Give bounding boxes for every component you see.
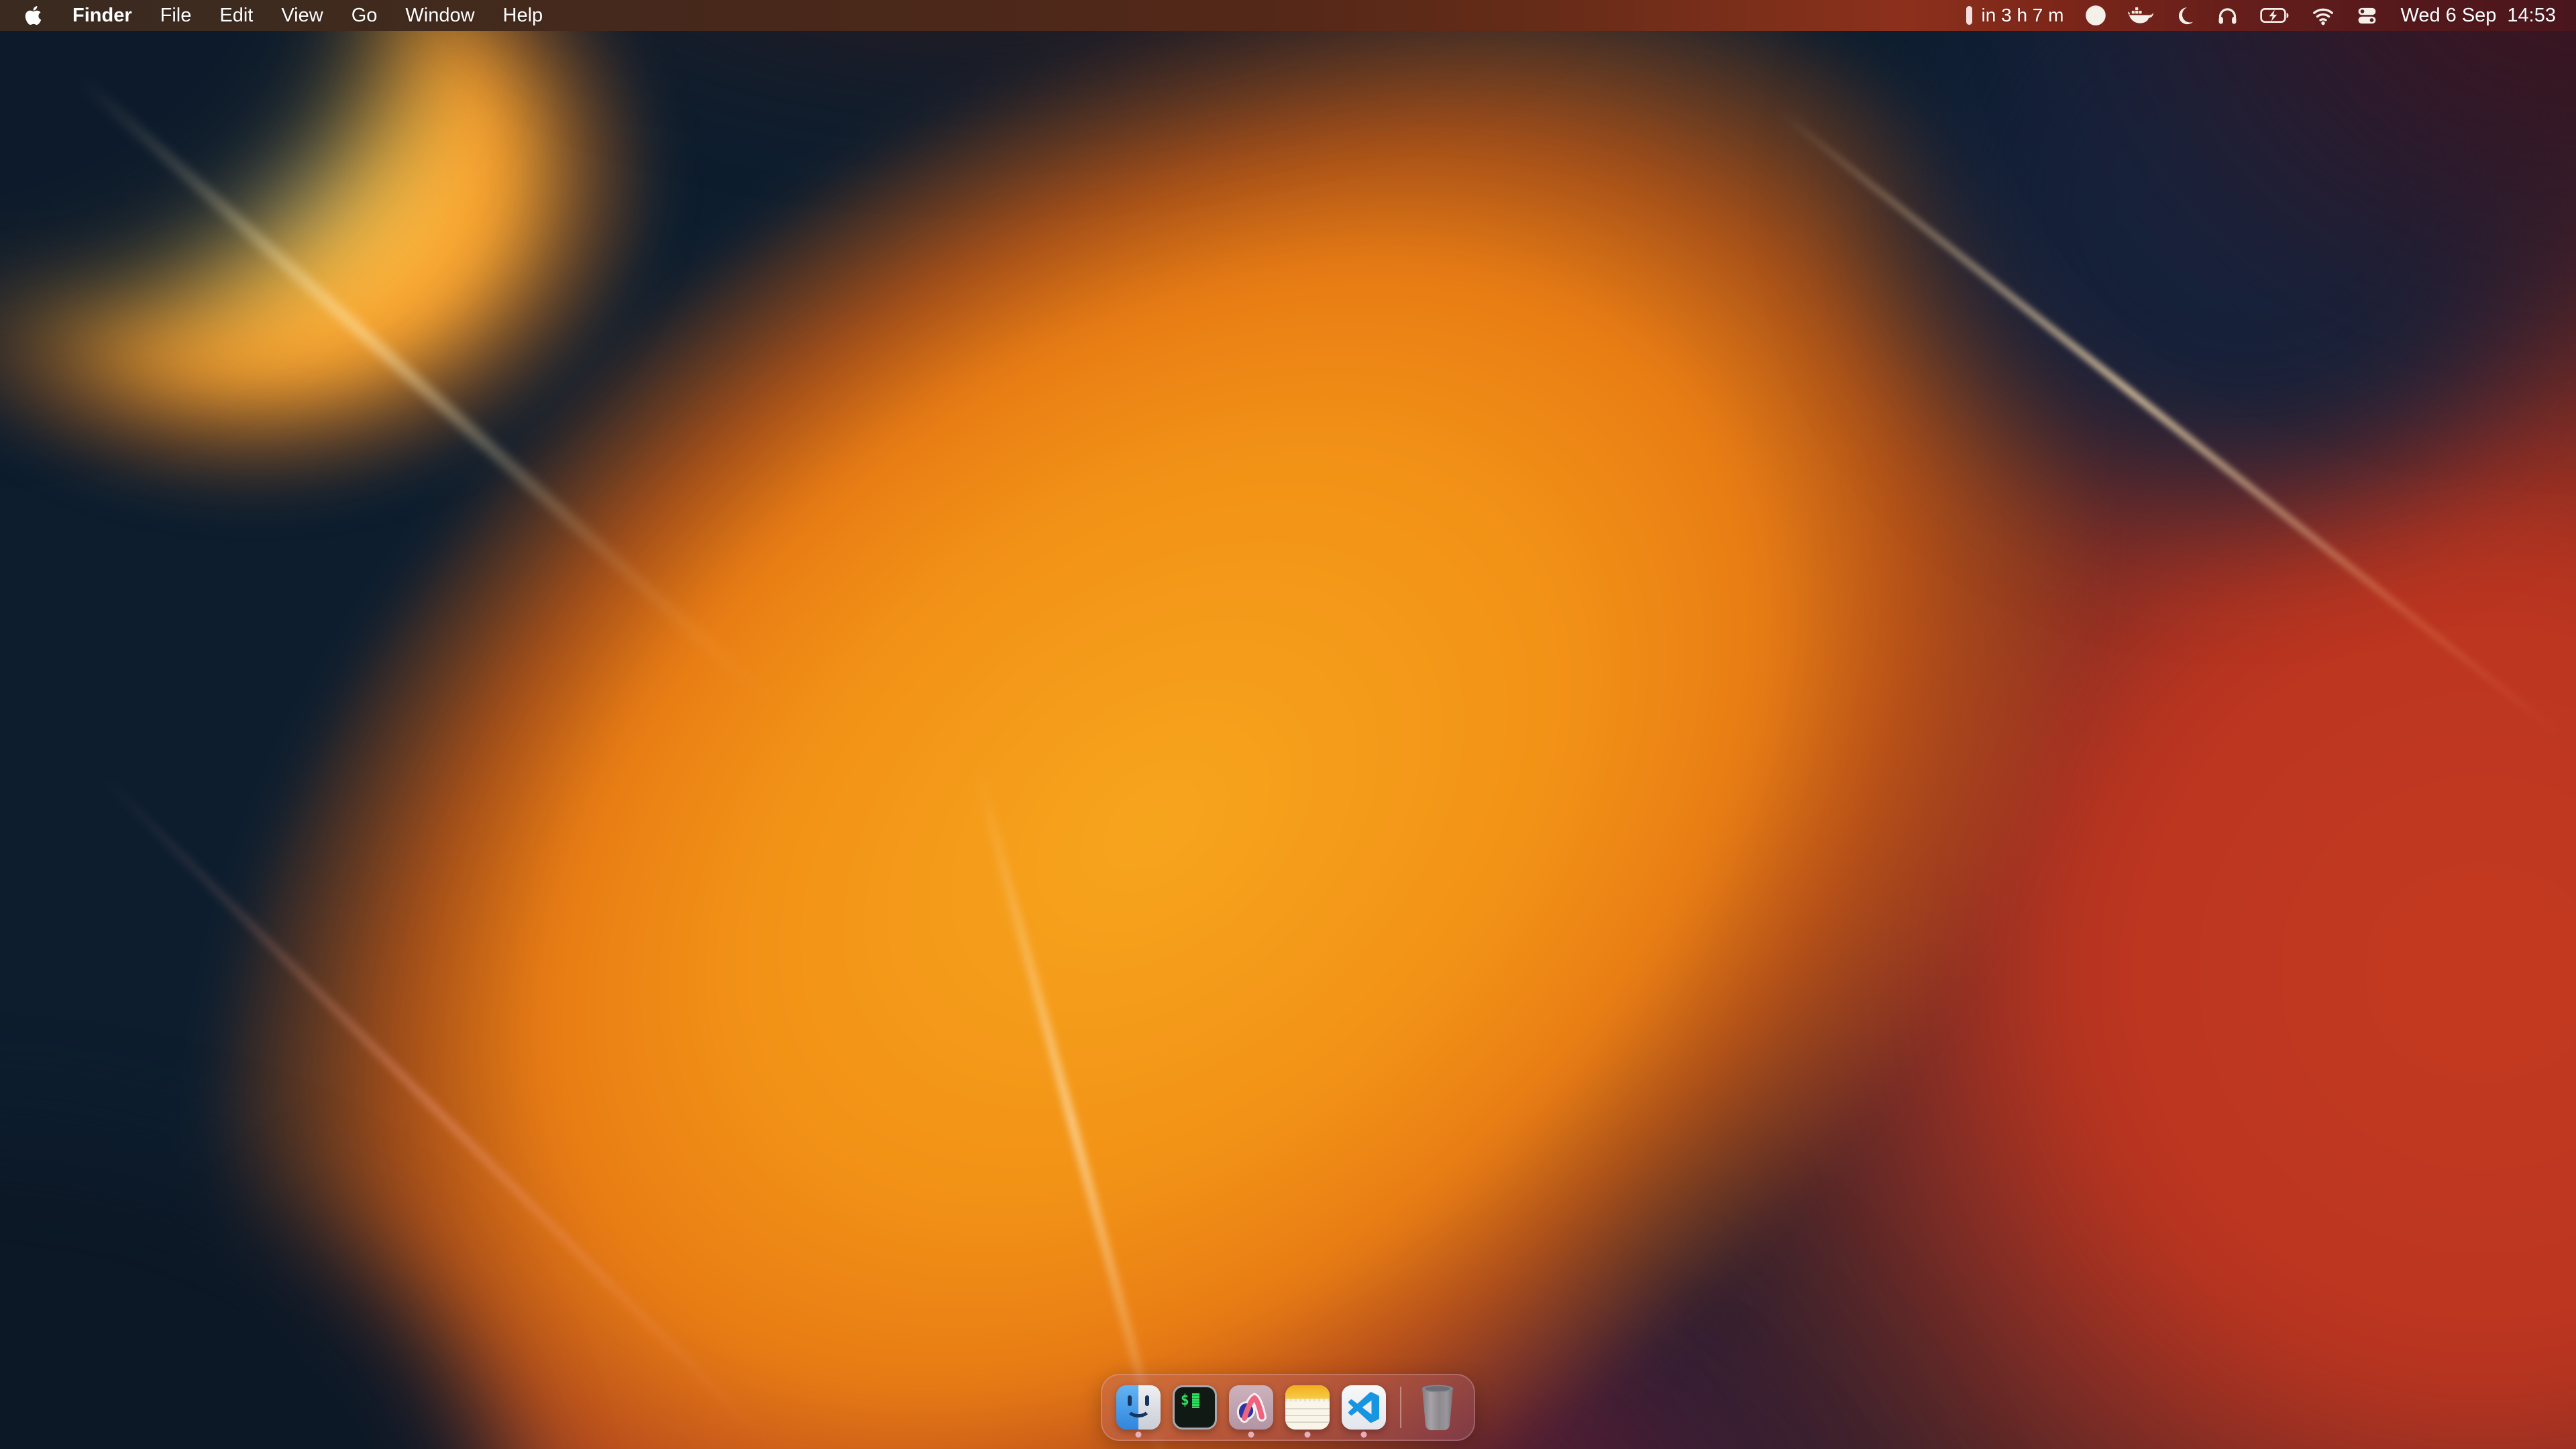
status-wifi[interactable] [2300,0,2346,31]
menu-item-finder[interactable]: Finder [58,0,146,31]
menu-item-help[interactable]: Help [489,0,557,31]
headphones-icon [2216,5,2239,27]
dock-panel: $ [1101,1374,1475,1441]
apple-menu-button[interactable] [0,0,58,31]
status-focus-mode[interactable] [2164,0,2206,31]
status-control-center[interactable] [2346,0,2388,31]
menu-item-go[interactable]: Go [337,0,392,31]
timer-countdown-label: in 3 h 7 m [1982,5,2064,26]
menu-bar: Finder File Edit View Go Window Help in … [0,0,2576,31]
clock-time: 14:53 [2507,5,2556,27]
menu-item-window[interactable]: Window [391,0,488,31]
wifi-icon [2311,5,2335,25]
menu-bar-left: Finder File Edit View Go Window Help [0,0,557,31]
menu-item-file[interactable]: File [146,0,206,31]
control-center-icon [2357,5,2377,26]
status-headphones[interactable] [2206,0,2249,31]
dock-separator [1400,1387,1401,1428]
finder-icon [1116,1385,1161,1430]
dock-item-trash[interactable] [1409,1374,1466,1441]
menu-item-view[interactable]: View [267,0,337,31]
running-indicator-dot [1305,1432,1311,1438]
terminal-prompt: $ [1181,1392,1189,1408]
status-docker[interactable] [2117,0,2164,31]
moon-icon [2175,5,2195,25]
terminal-cursor [1192,1393,1199,1408]
dock-item-vscode[interactable] [1336,1374,1392,1441]
desktop-wallpaper [0,0,2576,1449]
menu-bar-status-area: in 3 h 7 m [1955,0,2576,31]
timer-pill-icon [1966,6,1972,25]
menu-bar-clock[interactable]: Wed 6 Sep 14:53 [2388,5,2556,27]
status-1password[interactable] [2074,0,2117,31]
dock-item-notes[interactable] [1279,1374,1336,1441]
status-battery[interactable] [2249,0,2300,31]
1password-keyhole-icon [2085,5,2106,26]
menu-item-edit[interactable]: Edit [205,0,267,31]
dock-item-finder[interactable] [1110,1374,1167,1441]
dock-item-arc[interactable] [1223,1374,1279,1441]
running-indicator-dot [1136,1432,1142,1438]
apple-logo-icon [24,5,42,26]
trash-icon [1417,1383,1458,1432]
battery-charging-icon [2260,7,2290,24]
vscode-icon [1342,1385,1386,1430]
terminal-icon: $ [1173,1385,1217,1430]
clock-date: Wed 6 Sep [2400,5,2496,27]
dock-item-terminal[interactable]: $ [1167,1374,1223,1441]
running-indicator-dot [1248,1432,1254,1438]
docker-whale-icon [2128,5,2153,25]
notes-icon [1285,1385,1330,1430]
running-indicator-dot [1361,1432,1367,1438]
status-timer[interactable]: in 3 h 7 m [1955,0,2075,31]
arc-browser-icon [1229,1385,1273,1430]
macos-desktop: { "menu_bar": { "active_app": "Finder", … [0,0,2576,1449]
dock: $ [0,1374,2576,1441]
